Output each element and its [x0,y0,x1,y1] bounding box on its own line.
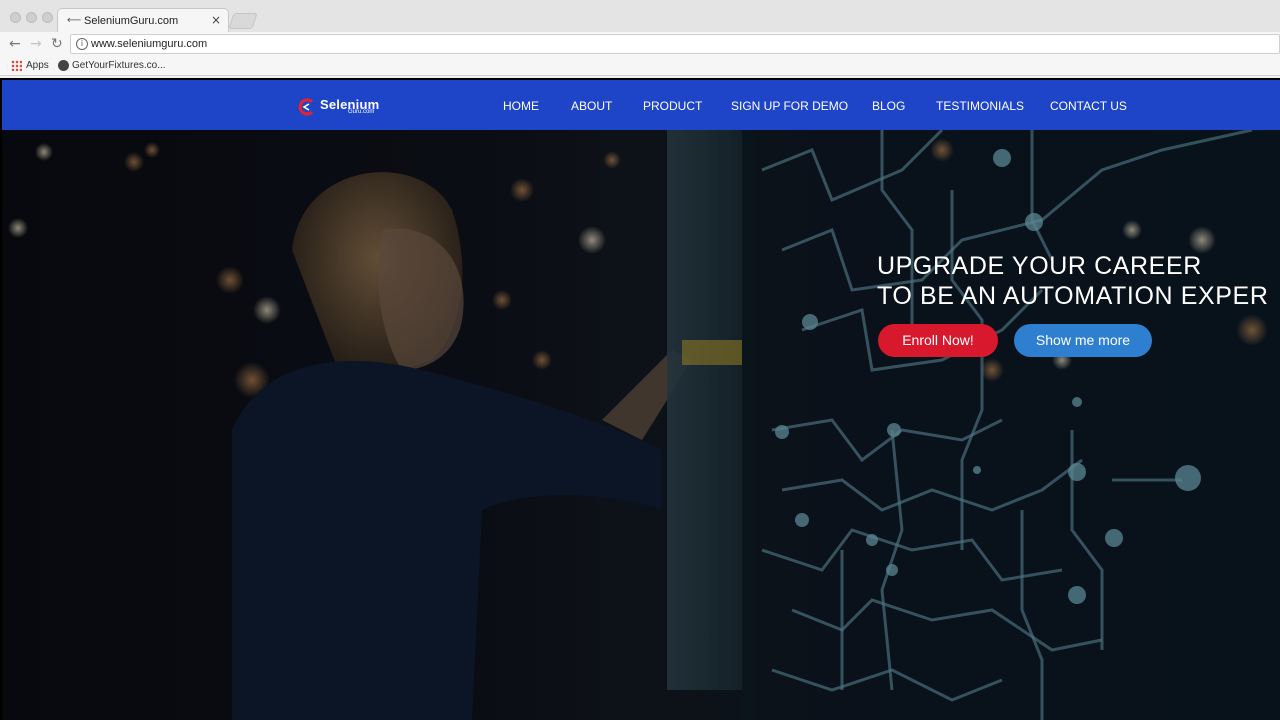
menu-contact-us[interactable]: CONTACT US [1050,99,1127,113]
back-icon[interactable]: ← [9,36,21,52]
site-logo[interactable]: Selenium Guru.com [298,97,388,119]
bookmark-apps[interactable]: Apps [26,60,49,71]
headline-line-2: TO BE AN AUTOMATION EXPER [877,282,1269,310]
new-tab-button[interactable] [228,13,258,29]
tab-title: SeleniumGuru.com [84,15,179,27]
info-icon[interactable]: i [76,38,88,50]
loading-icon: ⟵ [67,15,82,26]
apps-grid-icon[interactable] [11,60,22,71]
menu-testimonials[interactable]: TESTIMONIALS [936,99,1024,113]
menu-home[interactable]: HOME [503,99,539,113]
browser-toolbar: ← → ↻ i www.seleniumguru.com [0,32,1280,57]
close-window-icon[interactable] [10,12,21,23]
enroll-now-button[interactable]: Enroll Now! [878,324,998,357]
reload-icon[interactable]: ↻ [51,36,63,52]
minimize-window-icon[interactable] [26,12,37,23]
close-tab-icon[interactable]: × [211,13,221,27]
show-me-more-button[interactable]: Show me more [1014,324,1152,357]
hero-background-image [2,130,1280,720]
menu-blog[interactable]: BLOG [872,99,905,113]
tab-strip: ⟵ SeleniumGuru.com × [0,0,1280,32]
menu-about[interactable]: ABOUT [571,99,612,113]
address-bar[interactable]: i www.seleniumguru.com [70,34,1280,54]
browser-chrome: ⟵ SeleniumGuru.com × ← → ↻ i www.seleniu… [0,0,1280,78]
selenium-logo-icon [298,98,314,116]
bookmarks-bar: Apps GetYourFixtures.co... [0,57,1280,76]
browser-tab[interactable]: ⟵ SeleniumGuru.com × [57,8,229,32]
bookmark-getyourfixtures[interactable]: GetYourFixtures.co... [72,60,166,71]
forward-icon[interactable]: → [30,36,42,52]
menu-sign-up-for-demo[interactable]: SIGN UP FOR DEMO [731,99,848,113]
site-header: Selenium Guru.com HOME ABOUT PRODUCT SIG… [2,80,1280,130]
menu-product[interactable]: PRODUCT [643,99,702,113]
hero-section: UPGRADE YOUR CAREER TO BE AN AUTOMATION … [2,130,1280,720]
url-text[interactable]: www.seleniumguru.com [91,38,207,50]
logo-subtext: Guru.com [348,109,375,115]
headline-line-1: UPGRADE YOUR CAREER [877,252,1202,280]
maximize-window-icon[interactable] [42,12,53,23]
hero-headline: UPGRADE YOUR CAREER TO BE AN AUTOMATION … [877,251,1268,311]
globe-icon [58,60,69,71]
